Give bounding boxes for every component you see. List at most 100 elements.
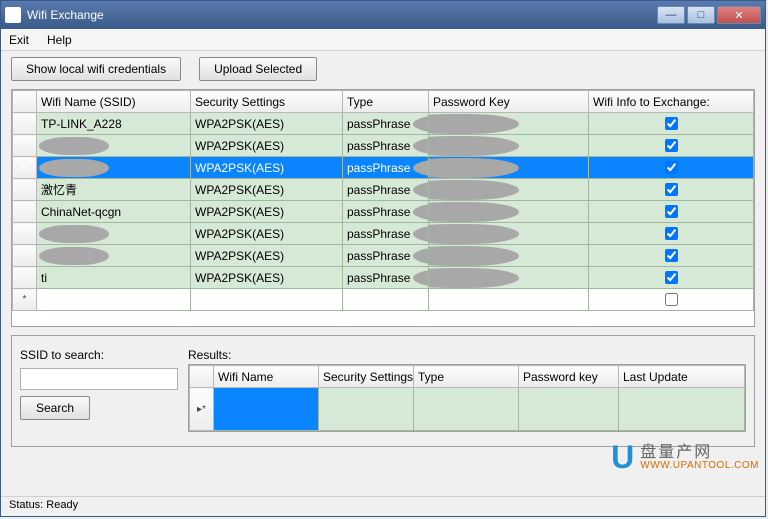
search-button[interactable]: Search xyxy=(20,396,90,420)
cell-security[interactable]: WPA2PSK(AES) xyxy=(191,113,343,135)
cell-type[interactable]: passPhrase xyxy=(343,179,429,201)
col-type[interactable]: Type xyxy=(343,91,429,113)
cell-ssid[interactable]: ChinaNet-qcgn xyxy=(37,201,191,223)
cell-type[interactable]: passPhrase xyxy=(343,113,429,135)
toolbar: Show local wifi credentials Upload Selec… xyxy=(11,57,755,81)
menu-help[interactable]: Help xyxy=(47,33,72,47)
cell-password[interactable] xyxy=(429,267,589,289)
table-row[interactable]: WPA2PSK(AES) passPhrase xyxy=(13,135,754,157)
grid-header-row: Wifi Name (SSID) Security Settings Type … xyxy=(13,91,754,113)
menu-bar: Exit Help xyxy=(1,29,765,51)
cell-exchange[interactable] xyxy=(589,267,754,289)
results-cell[interactable] xyxy=(414,388,519,431)
results-cell[interactable] xyxy=(319,388,414,431)
close-button[interactable]: ✕ xyxy=(717,6,761,24)
results-cell[interactable] xyxy=(619,388,745,431)
exchange-checkbox[interactable] xyxy=(665,117,678,130)
results-grid[interactable]: Wifi Name Security Settings Type Passwor… xyxy=(188,364,746,432)
rcol-type[interactable]: Type xyxy=(414,366,519,388)
search-panel: SSID to search: Search Results: Wifi Na xyxy=(11,335,755,447)
cell-type[interactable]: passPhrase xyxy=(343,223,429,245)
col-password[interactable]: Password Key xyxy=(429,91,589,113)
watermark-url: WWW.UPANTOOL.COM xyxy=(640,461,759,471)
results-corner xyxy=(190,366,214,388)
cell-security[interactable]: WPA2PSK(AES) xyxy=(191,267,343,289)
cell-exchange[interactable] xyxy=(589,135,754,157)
cell-exchange[interactable] xyxy=(589,113,754,135)
cell-ssid[interactable]: TP-LINK_A228 xyxy=(37,113,191,135)
newrow-indicator-icon: * xyxy=(13,289,37,311)
upload-selected-button[interactable]: Upload Selected xyxy=(199,57,317,81)
cell-type[interactable]: passPhrase xyxy=(343,201,429,223)
wifi-grid[interactable]: Wifi Name (SSID) Security Settings Type … xyxy=(11,89,755,327)
table-newrow[interactable]: * xyxy=(13,289,754,311)
row-header xyxy=(13,223,37,245)
rcol-password[interactable]: Password key xyxy=(519,366,619,388)
cell-security[interactable]: WPA2PSK(AES) xyxy=(191,201,343,223)
watermark: U 盘量产网 WWW.UPANTOOL.COM xyxy=(611,439,759,476)
maximize-button[interactable]: □ xyxy=(687,6,715,24)
exchange-checkbox[interactable] xyxy=(665,271,678,284)
cell-ssid[interactable] xyxy=(37,157,191,179)
exchange-checkbox[interactable] xyxy=(665,249,678,262)
table-row[interactable]: ▸ WPA2PSK(AES) passPhrase xyxy=(13,157,754,179)
cell-exchange[interactable] xyxy=(589,179,754,201)
cell-ssid[interactable]: 激忆青 xyxy=(37,179,191,201)
cell-password[interactable] xyxy=(429,113,589,135)
minimize-button[interactable]: — xyxy=(657,6,685,24)
cell-security[interactable]: WPA2PSK(AES) xyxy=(191,135,343,157)
cell-ssid[interactable]: ti xyxy=(37,267,191,289)
status-text: Status: Ready xyxy=(9,499,78,511)
cell-password[interactable] xyxy=(429,223,589,245)
title-bar[interactable]: Wifi Exchange — □ ✕ xyxy=(1,1,765,29)
results-selected-cell[interactable] xyxy=(214,388,319,431)
table-row[interactable]: WPA2PSK(AES) passPhrase xyxy=(13,223,754,245)
col-exchange[interactable]: Wifi Info to Exchange: xyxy=(589,91,754,113)
cell-exchange[interactable] xyxy=(589,157,754,179)
results-cell[interactable] xyxy=(519,388,619,431)
cell-type[interactable]: passPhrase xyxy=(343,157,429,179)
row-header xyxy=(13,179,37,201)
exchange-checkbox[interactable] xyxy=(665,139,678,152)
results-newrow[interactable]: ▸* xyxy=(190,388,745,431)
table-row[interactable]: 激忆青 WPA2PSK(AES) passPhrase xyxy=(13,179,754,201)
table-row[interactable]: TP-LINK_A228 WPA2PSK(AES) passPhrase xyxy=(13,113,754,135)
cell-password[interactable] xyxy=(429,179,589,201)
table-row[interactable]: ti WPA2PSK(AES) passPhrase xyxy=(13,267,754,289)
search-label: SSID to search: xyxy=(20,348,178,362)
exchange-checkbox[interactable] xyxy=(665,161,678,174)
exchange-checkbox[interactable] xyxy=(665,293,678,306)
rcol-ssid[interactable]: Wifi Name xyxy=(214,366,319,388)
cell-exchange[interactable] xyxy=(589,201,754,223)
menu-exit[interactable]: Exit xyxy=(9,33,29,47)
show-credentials-button[interactable]: Show local wifi credentials xyxy=(11,57,181,81)
cell-password[interactable] xyxy=(429,157,589,179)
cell-exchange[interactable] xyxy=(589,245,754,267)
rcol-security[interactable]: Security Settings xyxy=(319,366,414,388)
exchange-checkbox[interactable] xyxy=(665,183,678,196)
table-row[interactable]: ChinaNet-qcgn WPA2PSK(AES) passPhrase xyxy=(13,201,754,223)
exchange-checkbox[interactable] xyxy=(665,205,678,218)
cell-ssid[interactable] xyxy=(37,135,191,157)
row-header: ▸ xyxy=(13,157,37,179)
cell-security[interactable]: WPA2PSK(AES) xyxy=(191,223,343,245)
cell-exchange[interactable] xyxy=(589,223,754,245)
col-security[interactable]: Security Settings xyxy=(191,91,343,113)
cell-password[interactable] xyxy=(429,201,589,223)
cell-type[interactable]: passPhrase xyxy=(343,245,429,267)
cell-type[interactable]: passPhrase xyxy=(343,267,429,289)
table-row[interactable]: WPA2PSK(AES) passPhrase xyxy=(13,245,754,267)
cell-security[interactable]: WPA2PSK(AES) xyxy=(191,245,343,267)
cell-type[interactable]: passPhrase xyxy=(343,135,429,157)
col-ssid[interactable]: Wifi Name (SSID) xyxy=(37,91,191,113)
cell-password[interactable] xyxy=(429,245,589,267)
cell-security[interactable]: WPA2PSK(AES) xyxy=(191,157,343,179)
search-input[interactable] xyxy=(20,368,178,390)
cell-ssid[interactable] xyxy=(37,223,191,245)
rcol-updated[interactable]: Last Update xyxy=(619,366,745,388)
cell-security[interactable]: WPA2PSK(AES) xyxy=(191,179,343,201)
cell-ssid[interactable] xyxy=(37,245,191,267)
cell-password[interactable] xyxy=(429,135,589,157)
exchange-checkbox[interactable] xyxy=(665,227,678,240)
row-header xyxy=(13,113,37,135)
